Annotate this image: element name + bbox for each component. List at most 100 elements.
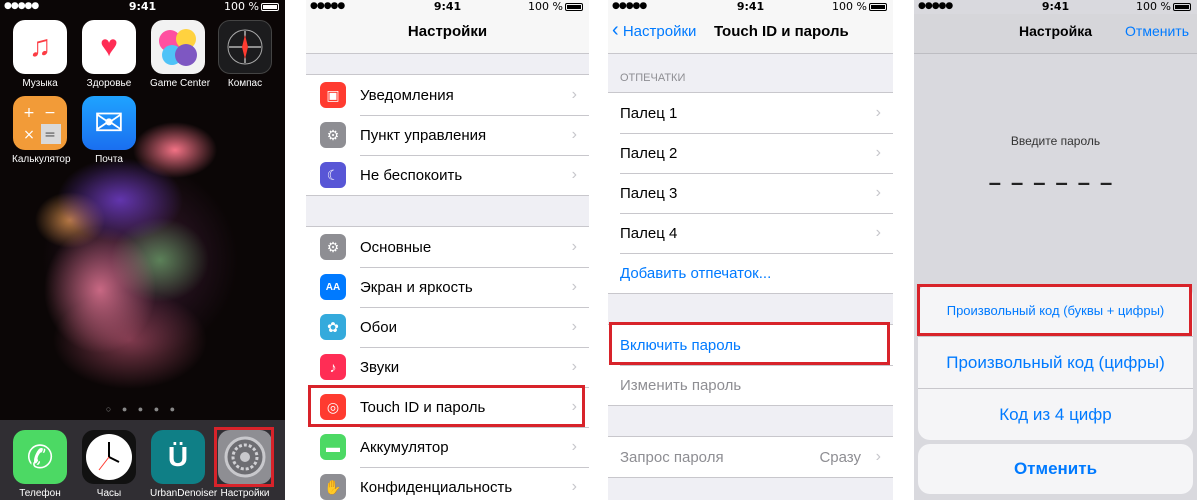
section-header: ОТПЕЧАТКИ — [620, 72, 686, 84]
option-custom-numeric-code[interactable]: Произвольный код (цифры) — [918, 336, 1193, 388]
speaker-icon: ♪ — [320, 354, 346, 380]
settings-item-label: Обои — [360, 318, 397, 336]
chevron-right-icon: › — [571, 86, 577, 103]
settings-item-label: Уведомления — [360, 86, 454, 104]
svg-text:−: − — [44, 105, 56, 121]
cancel-button[interactable]: Отменить — [918, 444, 1193, 494]
phone-icon: ✆ — [13, 430, 67, 484]
require-passcode-group: Запрос пароля Сразу › — [608, 436, 893, 478]
battery-indicator: 100 % — [832, 0, 887, 13]
app-mail[interactable]: ✉ Почта — [81, 96, 137, 165]
settings-item-label: Звуки — [360, 358, 400, 376]
back-button[interactable]: ‹ Настройки — [612, 20, 696, 40]
gear-icon: ⚙ — [320, 234, 346, 260]
page-title: Touch ID и пароль — [714, 23, 849, 40]
battery-icon: ▬ — [320, 434, 346, 460]
chevron-right-icon: › — [571, 358, 577, 375]
settings-item-wallpaper[interactable]: ✿ Обои › — [306, 307, 589, 347]
touch-id-screen: ●●●●● 9:41 100 % ‹ Настройки Touch ID и … — [608, 0, 893, 500]
fingerprint-item[interactable]: Палец 2 › — [608, 133, 893, 173]
app-game-center[interactable]: Game Center — [150, 20, 211, 89]
app-label: Game Center — [150, 78, 211, 89]
home-screen: ●●●●● 9:41 100 % ♫ Музыка ♥ Здоровье Gam… — [0, 0, 285, 500]
compass-icon — [218, 20, 272, 74]
require-passcode-value: Сразу — [819, 448, 861, 466]
chevron-right-icon: › — [571, 238, 577, 255]
battery-indicator: 100 % — [528, 0, 583, 13]
passcode-digit-slot: – — [1011, 170, 1034, 195]
highlight-enable-passcode — [609, 322, 890, 365]
passcode-input[interactable]: –––––– — [948, 170, 1163, 196]
heart-icon: ♥ — [82, 20, 136, 74]
game-center-icon — [151, 20, 205, 74]
passcode-digit-slot: – — [1055, 170, 1078, 195]
highlight-alphanumeric-option — [917, 284, 1192, 336]
passcode-setup-screen: ●●●●● 9:41 100 % Настройка Отменить Введ… — [914, 0, 1197, 500]
app-urbandenoiser[interactable]: Ü UrbanDenoiser — [150, 430, 217, 499]
settings-item-label: Пункт управления — [360, 126, 487, 144]
chevron-right-icon: › — [875, 144, 881, 161]
clock-icon — [82, 430, 136, 484]
app-music[interactable]: ♫ Музыка — [12, 20, 68, 89]
chevron-right-icon: › — [875, 448, 881, 465]
change-passcode-button: Изменить пароль — [608, 365, 893, 405]
battery-indicator: 100 % — [224, 0, 279, 13]
app-health[interactable]: ♥ Здоровье — [81, 20, 137, 89]
settings-item-display[interactable]: AA Экран и яркость › — [306, 267, 589, 307]
passcode-digit-slot: – — [1100, 170, 1123, 195]
control-center-icon: ⚙ — [320, 122, 346, 148]
fingerprint-item[interactable]: Палец 3 › — [608, 173, 893, 213]
add-fingerprint-button[interactable]: Добавить отпечаток... — [608, 253, 893, 293]
battery-icon — [261, 3, 279, 11]
settings-item-battery[interactable]: ▬ Аккумулятор › — [306, 427, 589, 467]
navigation-bar: Настройки — [306, 14, 589, 54]
moon-icon: ☾ — [320, 162, 346, 188]
passcode-digit-slot: – — [1077, 170, 1100, 195]
app-label: Компас — [227, 78, 263, 89]
settings-item-general[interactable]: ⚙ Основные › — [306, 227, 589, 267]
settings-item-do-not-disturb[interactable]: ☾ Не беспокоить › — [306, 155, 589, 195]
passcode-digit-slot: – — [1033, 170, 1056, 195]
option-4-digit-code[interactable]: Код из 4 цифр — [918, 388, 1193, 440]
music-note-icon: ♫ — [13, 20, 67, 74]
settings-item-privacy[interactable]: ✋ Конфиденциальность › — [306, 467, 589, 500]
settings-item-sounds[interactable]: ♪ Звуки › — [306, 347, 589, 387]
page-title: Настройки — [407, 23, 488, 40]
app-label: Почта — [95, 154, 123, 165]
highlight-touch-id-row — [308, 385, 585, 427]
fingerprint-item[interactable]: Палец 1 › — [608, 93, 893, 133]
chevron-right-icon: › — [875, 224, 881, 241]
navigation-bar: Настройка Отменить — [914, 14, 1197, 54]
passcode-prompt: Введите пароль — [1010, 134, 1101, 148]
fingerprint-item[interactable]: Палец 4 › — [608, 213, 893, 253]
app-label: Калькулятор — [12, 154, 71, 165]
settings-item-label: Аккумулятор — [360, 438, 449, 456]
settings-item-notifications[interactable]: ▣ Уведомления › — [306, 75, 589, 115]
cancel-sheet: Отменить — [918, 444, 1193, 494]
calculator-icon: + − × = — [13, 96, 67, 150]
app-clock[interactable]: Часы — [81, 430, 137, 499]
battery-indicator: 100 % — [1136, 0, 1191, 13]
chevron-left-icon: ‹ — [612, 19, 619, 41]
urbandenoiser-icon: Ü — [151, 430, 205, 484]
status-bar: ●●●●● 9:41 100 % — [306, 0, 589, 14]
app-compass[interactable]: Компас — [217, 20, 273, 89]
cancel-nav-button[interactable]: Отменить — [1125, 23, 1189, 39]
app-label: Настройки — [220, 488, 270, 499]
chevron-right-icon: › — [571, 478, 577, 495]
status-bar: ●●●●● 9:41 100 % — [914, 0, 1197, 14]
app-phone[interactable]: ✆ Телефон — [12, 430, 68, 499]
chevron-right-icon: › — [571, 166, 577, 183]
app-calculator[interactable]: + − × = Калькулятор — [12, 96, 71, 165]
wallpaper-icon: ✿ — [320, 314, 346, 340]
settings-item-label: Основные — [360, 238, 432, 256]
settings-item-control-center[interactable]: ⚙ Пункт управления › — [306, 115, 589, 155]
app-label: Телефон — [19, 488, 61, 499]
svg-text:×: × — [23, 127, 35, 143]
display-brightness-icon: AA — [320, 274, 346, 300]
page-indicator[interactable]: ○ ● ● ● ● — [0, 404, 285, 414]
battery-icon — [565, 3, 583, 11]
settings-group-2: ⚙ Основные › AA Экран и яркость › ✿ Обои… — [306, 226, 589, 500]
settings-item-label: Конфиденциальность — [360, 478, 513, 496]
app-label: Здоровье — [86, 78, 132, 89]
